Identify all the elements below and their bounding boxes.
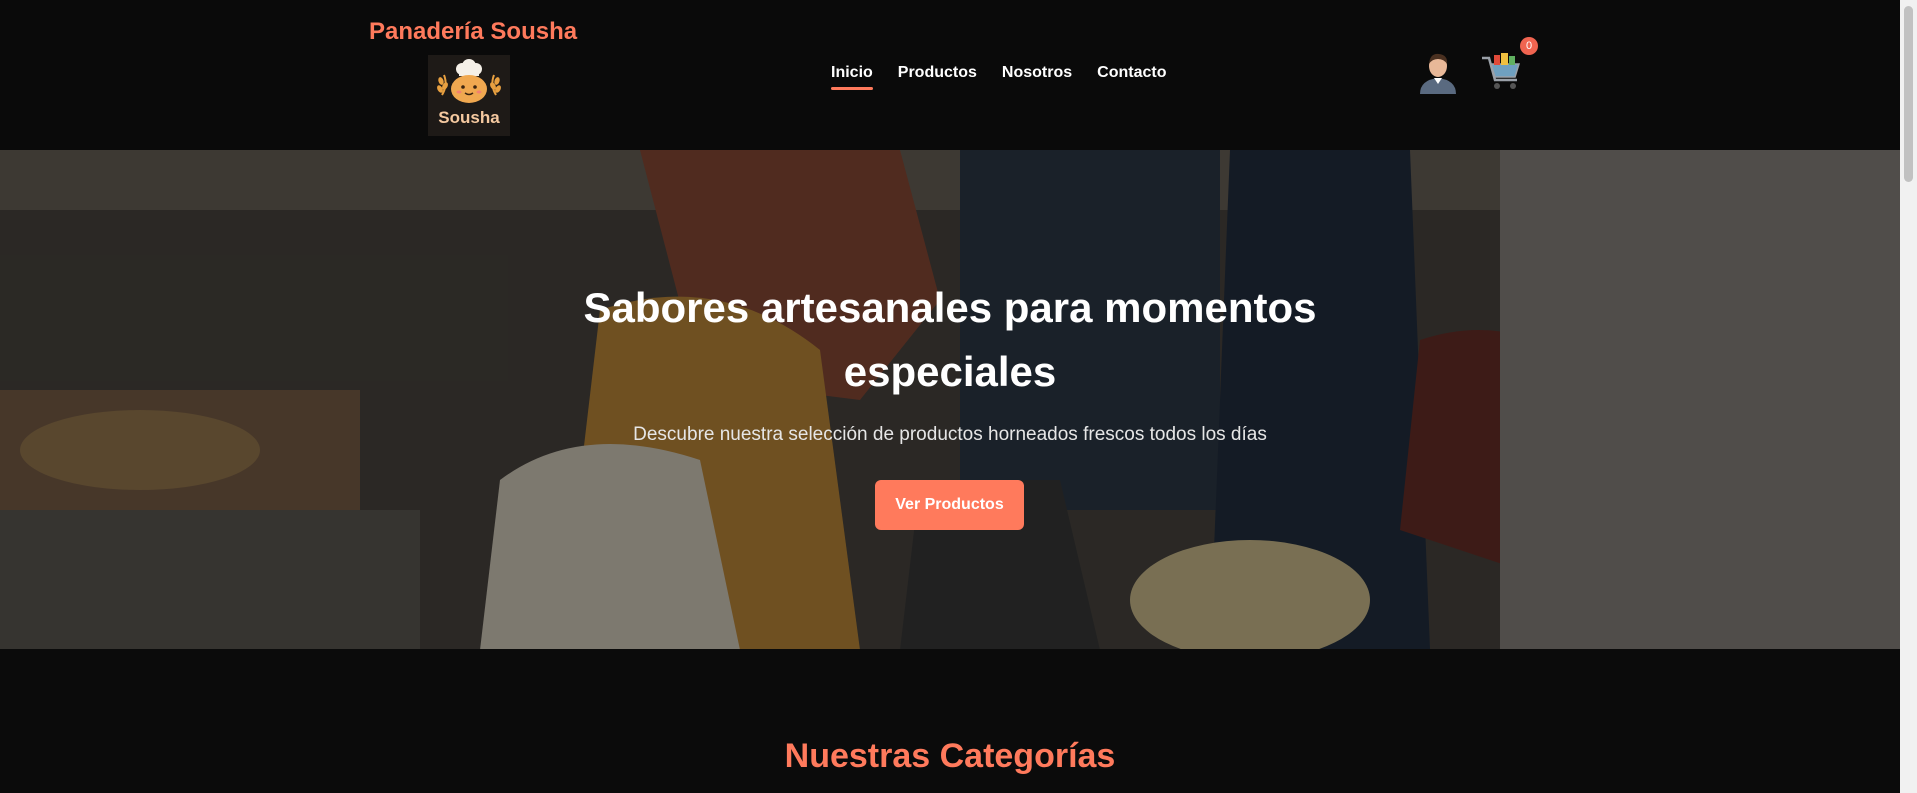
nav-item-contacto[interactable]: Contacto (1097, 64, 1166, 88)
view-products-button[interactable]: Ver Productos (875, 480, 1024, 530)
hero-subtitle: Descubre nuestra selección de productos … (633, 424, 1267, 445)
brand-logo[interactable]: Sousha (428, 55, 510, 136)
cart-count-badge: 0 (1520, 37, 1538, 55)
main-nav: Inicio Productos Nosotros Contacto (831, 64, 1166, 90)
logo-text: Sousha (438, 108, 500, 127)
categories-section: Nuestras Categorías (0, 649, 1900, 793)
nav-item-nosotros[interactable]: Nosotros (1002, 64, 1072, 88)
bread-logo-icon: Sousha (437, 59, 501, 127)
cart-button[interactable] (1480, 50, 1524, 94)
brand-name[interactable]: Panadería Sousha (369, 18, 577, 46)
nav-item-inicio[interactable]: Inicio (831, 64, 873, 90)
user-avatar-icon (1420, 53, 1456, 94)
categories-title: Nuestras Categorías (784, 737, 1116, 775)
shopping-cart-icon (1482, 53, 1521, 89)
scrollbar-thumb[interactable] (1904, 6, 1913, 182)
nav-item-productos[interactable]: Productos (898, 64, 977, 88)
hero-title: Sabores artesanales para momentos especi… (583, 284, 1317, 395)
page-scrollbar[interactable] (1900, 0, 1917, 793)
hero-section: Sabores artesanales para momentos especi… (0, 150, 1900, 649)
user-account-button[interactable] (1416, 50, 1460, 94)
site-header: Panadería Sousha Sousha Inicio Productos… (0, 0, 1900, 150)
